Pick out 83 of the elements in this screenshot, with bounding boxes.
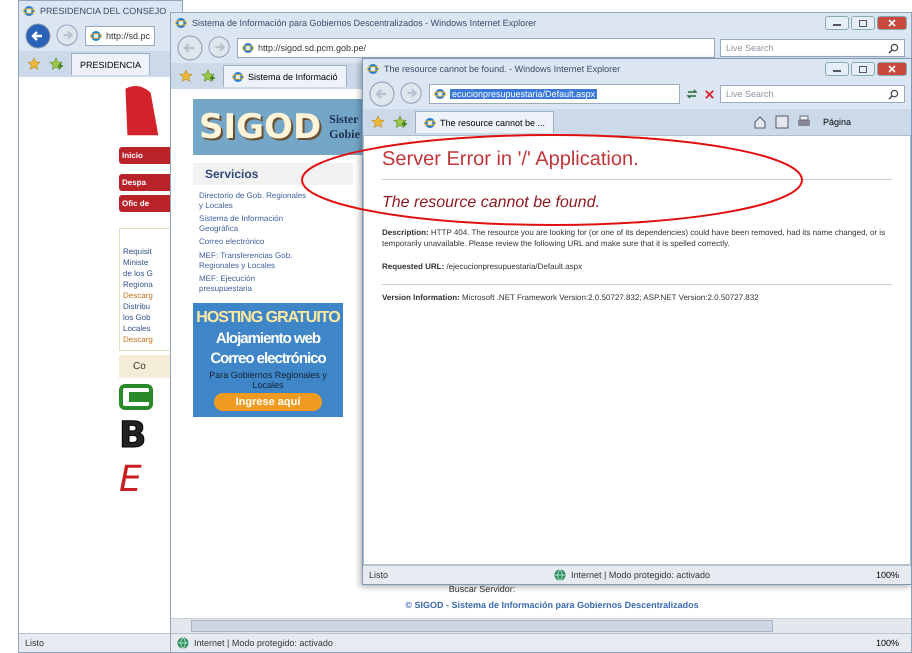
search-icon[interactable] [888, 42, 899, 54]
browser-logo-icon [175, 17, 187, 29]
add-favorites-icon[interactable] [201, 69, 215, 83]
browser-logo-icon [242, 42, 254, 54]
service-link[interactable]: MEF: Transferencias Gob. Regionales y Locales [199, 250, 307, 270]
search-label: Buscar Servidor: [448, 584, 516, 594]
maximize-button[interactable] [851, 16, 875, 30]
ad-headline: HOSTING GRATUITO [196, 309, 340, 328]
site-title: Gobie [329, 127, 360, 142]
ad-banner[interactable]: HOSTING GRATUITO Alojamiento web Correo electrónico Para Gobiernos Regionales y Locales Ingrese aquí [193, 303, 343, 418]
error-message: The resource cannot be found. [382, 194, 601, 212]
globe-icon [554, 569, 566, 581]
site-title: Sister [329, 112, 360, 127]
favorites-star-icon[interactable] [179, 69, 193, 83]
add-favorites-icon[interactable] [393, 115, 407, 129]
link[interactable]: Locales [123, 324, 170, 333]
link[interactable]: los Gob [123, 313, 170, 322]
service-link[interactable]: Directorio de Gob. Regionales y Locales [199, 191, 307, 210]
browser-tab[interactable]: The resource cannot be ... [415, 111, 554, 133]
page-menu[interactable]: Página [818, 117, 855, 127]
window-title: Sistema de Información para Gobiernos Descentralizados - Windows Internet Explorer [192, 18, 536, 28]
ad-text: Correo electrónico [210, 350, 326, 368]
ad-subtitle: Para Gobiernos Regionales y Locales [208, 370, 328, 390]
address-field[interactable]: http://sigod.sd.pcm.gob.pe/ [237, 38, 715, 58]
link[interactable]: Descarg [123, 335, 170, 344]
minimize-button[interactable] [825, 16, 849, 30]
browser-tab[interactable]: PRESIDENCIA [71, 53, 150, 75]
browser-logo-icon [424, 116, 436, 128]
error-detail: Requested URL: /ejecucionpresupuestaria/Default.aspx [382, 262, 584, 272]
partner-logo[interactable]: B [119, 416, 174, 456]
refresh-icon[interactable] [685, 87, 699, 101]
close-icon [888, 19, 896, 27]
service-link[interactable]: Sistema de Información Geográfica [199, 214, 307, 234]
address-field[interactable]: ecucionpresupuestaria/Default.aspx [429, 84, 680, 104]
zoom-button[interactable]: 100% [876, 638, 899, 648]
home-icon[interactable] [752, 115, 767, 129]
search-icon[interactable] [888, 88, 899, 100]
favorites-star-icon[interactable] [27, 57, 41, 71]
add-favorites-icon[interactable] [49, 57, 63, 71]
close-icon [888, 65, 896, 73]
minimize-button[interactable] [825, 62, 849, 76]
maximize-icon [859, 66, 867, 72]
browser-tab[interactable]: Sistema de Informació [223, 65, 347, 87]
browser-logo-icon [367, 63, 379, 75]
partner-logo[interactable]: E [119, 460, 174, 500]
printer-icon[interactable] [796, 115, 811, 129]
link[interactable]: Descarg [123, 291, 170, 300]
link[interactable]: Ministe [123, 258, 170, 267]
window-title: The resource cannot be found. - Windows Internet Explorer [384, 64, 620, 74]
site-logo: SIGOD [199, 107, 322, 147]
back-button[interactable] [25, 23, 51, 49]
link[interactable]: Distribu [123, 302, 170, 311]
horizontal-scrollbar[interactable] [171, 618, 911, 633]
section-heading: Servicios [193, 163, 353, 185]
zoom-button[interactable]: 100% [876, 570, 900, 580]
maximize-button[interactable] [851, 62, 875, 76]
security-zone-text: Internet | Modo protegido: activado [571, 570, 710, 580]
address-field[interactable]: http://sd.pc [85, 26, 156, 46]
close-button[interactable] [877, 16, 907, 30]
favorites-star-icon[interactable] [371, 115, 385, 129]
footer-text: © SIGOD - Sistema de Información para Gobiernos Descentralizados [405, 600, 699, 610]
service-link[interactable]: MEF: Ejecución presupuestaria [199, 274, 307, 294]
browser-logo-icon [434, 88, 446, 100]
browser-logo-icon [90, 30, 102, 42]
error-detail: Version Information: Microsoft .NET Framework Version:2.0.50727.832; ASP.NET Version:2.0.50727.832 [382, 293, 760, 304]
status-text: Listo [369, 570, 388, 580]
window-title: PRESIDENCIA DEL CONSEJO [40, 6, 166, 16]
browser-logo-icon [232, 70, 244, 82]
link[interactable]: de los G [123, 269, 170, 278]
error-detail: Description: HTTP 404. The resource you are looking for (or one of its dependencies) could have been removed, had its name changed, or is temporarily unavailable. Please review the following URL and make sure that it is spelled correctly. [382, 228, 886, 250]
ad-text: Alojamiento web [216, 330, 320, 348]
stop-icon[interactable] [704, 88, 715, 100]
service-link[interactable]: Correo electrónico [199, 237, 307, 247]
address-text: ecucionpresupuestaria/Default.aspx [450, 89, 598, 99]
error-heading: Server Error in '/' Application. [382, 148, 640, 171]
link[interactable]: Requisit [123, 247, 170, 256]
security-zone-text: Internet | Modo protegido: activado [194, 638, 333, 648]
globe-icon [177, 637, 189, 649]
maximize-icon [859, 20, 867, 26]
status-text: Listo [25, 638, 44, 648]
browser-logo-icon [23, 5, 35, 17]
close-button[interactable] [877, 62, 907, 76]
link[interactable]: Regiona [123, 280, 170, 289]
